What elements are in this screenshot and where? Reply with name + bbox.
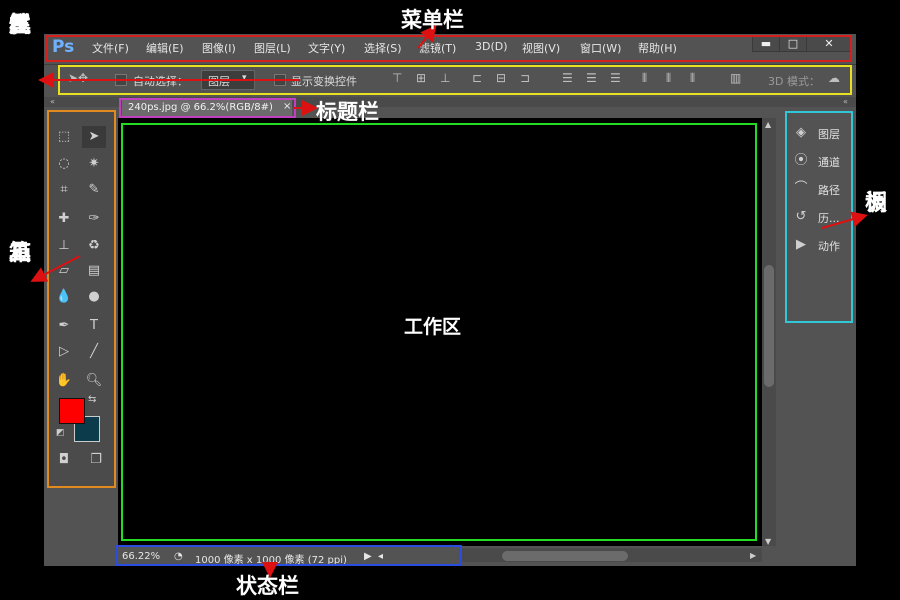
status-bar-annotation: 状态栏	[236, 574, 299, 598]
title-bar-annotation: 标题栏	[316, 100, 379, 124]
toolbox-annotation-char: 箱	[8, 241, 31, 266]
options-bar-annotation-char: 栏	[8, 13, 31, 38]
panel-arrow	[821, 211, 868, 229]
toolbox-arrow	[30, 255, 81, 282]
annotation-arrows	[30, 24, 868, 578]
menubar-annotation: 菜单栏	[401, 8, 464, 32]
panel-annotation-char: 板	[864, 191, 887, 216]
